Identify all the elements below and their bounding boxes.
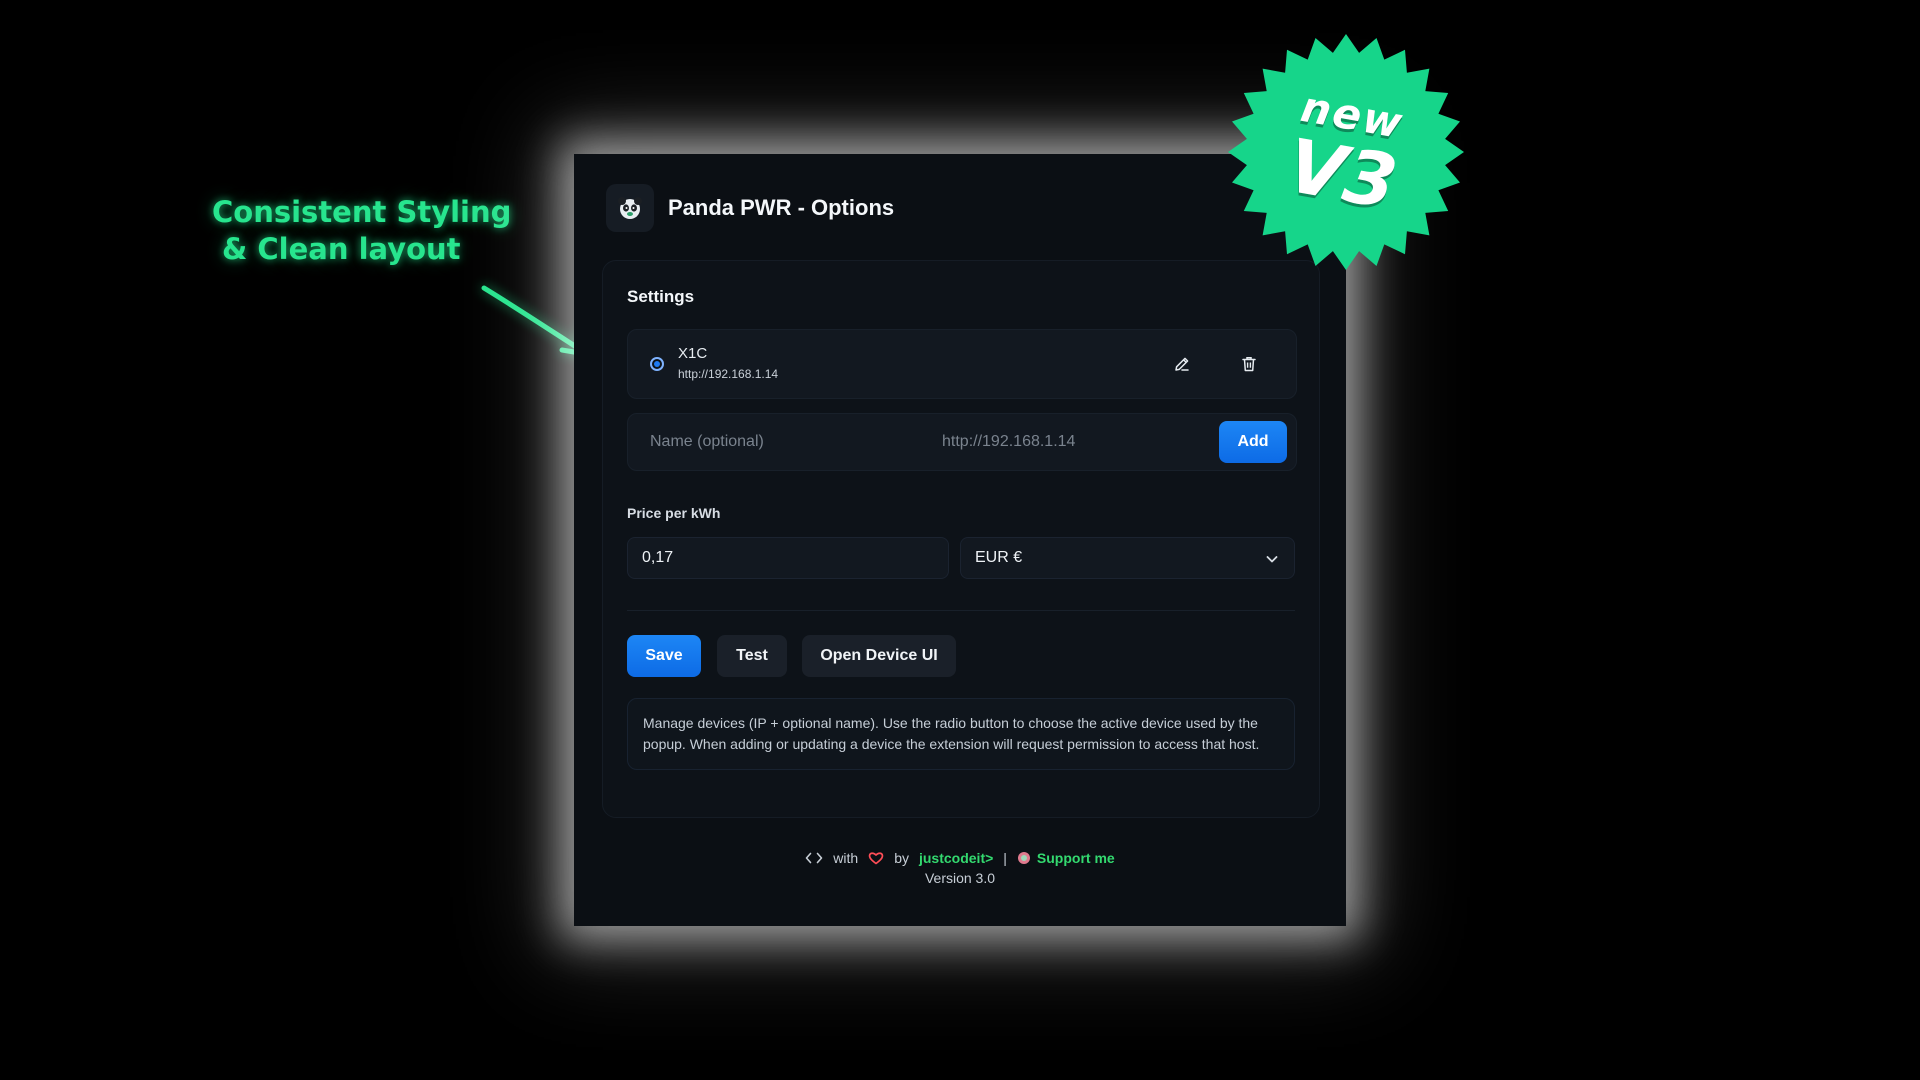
window-title: Panda PWR - Options <box>668 195 895 220</box>
callout-line-2: & Clean layout <box>222 232 461 266</box>
add-device-button[interactable]: Add <box>1219 421 1287 463</box>
device-url-input[interactable] <box>942 414 1212 470</box>
price-input[interactable] <box>628 538 948 578</box>
device-url: http://192.168.1.14 <box>678 367 779 381</box>
trash-icon[interactable] <box>1237 352 1261 376</box>
edit-icon[interactable] <box>1170 352 1194 376</box>
currency-value: EUR € <box>975 549 1023 566</box>
test-button[interactable]: Test <box>717 635 787 677</box>
settings-title: Settings <box>627 287 695 306</box>
device-name: X1C <box>678 345 708 362</box>
save-button[interactable]: Save <box>627 635 701 677</box>
add-device-form: Add <box>627 413 1297 471</box>
version-text: Version 3.0 <box>924 870 996 886</box>
window-header: Panda PWR - Options <box>606 184 894 232</box>
support-link[interactable]: Support me <box>1037 850 1115 866</box>
price-field[interactable] <box>627 537 949 579</box>
settings-card: Settings X1C http://192.168.1.14 Name (o… <box>602 260 1320 818</box>
footer: with by justcodeit> | Support me Version… <box>574 848 1346 888</box>
info-text: Manage devices (IP + optional name). Use… <box>627 698 1295 770</box>
price-label: Price per kWh <box>627 505 721 521</box>
support-coin-icon <box>1017 852 1030 864</box>
panda-logo-icon <box>606 184 654 232</box>
footer-separator: | <box>1003 850 1007 866</box>
callout-line-1: Consistent Styling <box>212 195 512 229</box>
feature-callout: Consistent Styling & Clean layout <box>212 194 511 268</box>
open-device-ui-button[interactable]: Open Device UI <box>802 635 956 677</box>
heart-icon <box>868 852 884 865</box>
new-v3-badge: new V3 <box>1226 32 1466 272</box>
divider <box>627 610 1295 611</box>
device-radio-button[interactable] <box>650 357 664 371</box>
chevron-down-icon <box>1266 556 1278 563</box>
footer-by-text: by <box>894 850 909 866</box>
device-name-input[interactable] <box>650 414 920 470</box>
footer-with-text: with <box>833 850 859 866</box>
code-icon <box>805 852 823 864</box>
currency-select[interactable]: EUR € <box>960 537 1295 579</box>
stage: Consistent Styling & Clean layout Panda <box>0 0 1920 1080</box>
badge-v3-text: V3 <box>1280 122 1404 227</box>
author-link[interactable]: justcodeit> <box>919 850 993 866</box>
device-row[interactable]: X1C http://192.168.1.14 <box>627 329 1297 399</box>
